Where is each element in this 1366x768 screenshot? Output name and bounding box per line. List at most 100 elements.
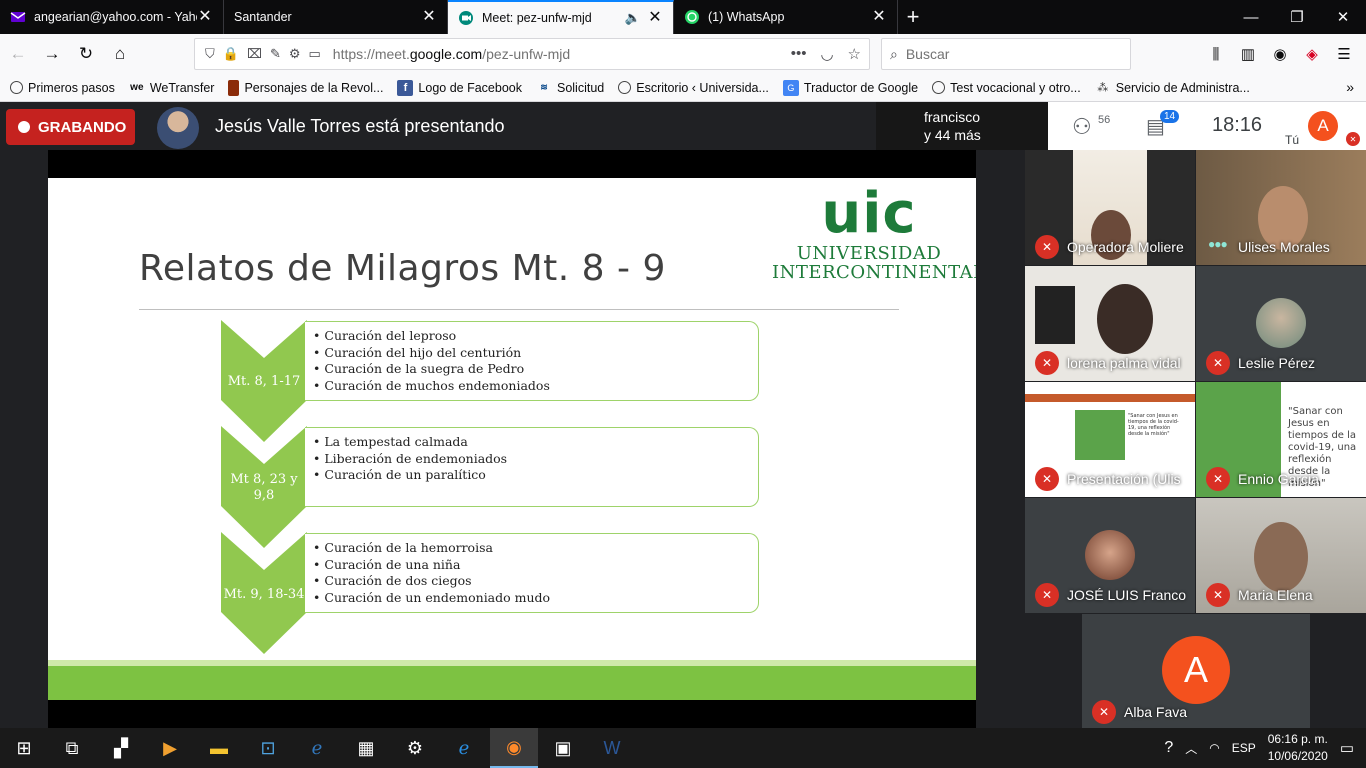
self-avatar[interactable]: A bbox=[1308, 111, 1338, 141]
participant-tile[interactable]: ●●● Ulises Morales bbox=[1196, 150, 1366, 265]
site-info-icons[interactable]: ⛉ 🔒 ⌧ ✎ ⚙ ▭ bbox=[195, 46, 321, 62]
tab-close-icon[interactable]: ✕ bbox=[647, 10, 663, 26]
tab-close-icon[interactable]: ✕ bbox=[197, 9, 213, 25]
bookmark-item[interactable]: Test vocacional y otro... bbox=[932, 81, 1081, 95]
list-item: La tempestad calmada bbox=[313, 434, 758, 451]
bookmark-item[interactable]: Personajes de la Revol... bbox=[228, 79, 383, 96]
camera-blocked-icon[interactable]: ⌧ bbox=[247, 46, 262, 62]
tab-close-icon[interactable]: ✕ bbox=[871, 9, 887, 25]
task-view-icon[interactable]: ⧉ bbox=[48, 728, 96, 768]
participant-tile[interactable]: ✕ JOSÉ LUIS Franco bbox=[1025, 498, 1195, 613]
chat-count-badge: 14 bbox=[1160, 110, 1180, 123]
back-button[interactable]: ← bbox=[2, 38, 34, 70]
speaker-muted-icon[interactable]: 🔈 bbox=[625, 10, 641, 26]
url-text[interactable]: https://meet.google.com/pez-unfw-mjd bbox=[333, 46, 570, 62]
settings-gear-icon[interactable]: ⚙ bbox=[391, 728, 439, 768]
self-label: Tú bbox=[1285, 133, 1300, 147]
recording-badge[interactable]: GRABANDO bbox=[6, 109, 135, 145]
participant-tile[interactable]: ✕ lorena palma vidal bbox=[1025, 266, 1195, 381]
page-actions-icon[interactable]: ••• bbox=[791, 45, 807, 63]
participant-tile[interactable]: "Sanar con Jesus en tiempos de la covid-… bbox=[1025, 382, 1195, 497]
wifi-icon[interactable]: ◠ bbox=[1209, 741, 1219, 755]
media-player-icon[interactable]: ▶ bbox=[146, 728, 194, 768]
internet-explorer-icon[interactable]: ℯ bbox=[293, 728, 341, 768]
bookmark-item[interactable]: Primeros pasos bbox=[10, 81, 115, 95]
toolbar-buttons: ⫼ ▥ ◉ ◈ ☰ bbox=[1200, 38, 1360, 70]
calculator-icon[interactable]: ▦ bbox=[342, 728, 390, 768]
reload-button[interactable]: ↻ bbox=[70, 38, 102, 70]
home-button[interactable]: ⌂ bbox=[104, 38, 136, 70]
bookmarks-overflow-icon[interactable]: » bbox=[1346, 79, 1354, 95]
participant-name: Leslie Pérez bbox=[1238, 355, 1316, 371]
pocket-icon[interactable]: ◡ bbox=[820, 45, 833, 63]
windows-start-icon[interactable]: ⊞ bbox=[0, 728, 48, 768]
other-participants-summary[interactable]: francisco y 44 más bbox=[876, 102, 1048, 150]
close-window-icon[interactable]: ✕ bbox=[1320, 0, 1366, 34]
extension-icon[interactable]: ◈ bbox=[1296, 38, 1328, 70]
participant-tile[interactable]: A ✕ Alba Fava bbox=[1082, 614, 1310, 730]
meet-header: GRABANDO Jesús Valle Torres está present… bbox=[0, 102, 1366, 150]
participant-tile[interactable]: ✕ Maria Elena bbox=[1196, 498, 1366, 613]
mic-off-icon: ✕ bbox=[1092, 700, 1116, 724]
uic-logo: uic UNIVERSIDAD INTERCONTINENTAL bbox=[772, 184, 976, 283]
firefox-icon[interactable]: ◉ bbox=[490, 728, 538, 768]
account-icon[interactable]: ◉ bbox=[1264, 38, 1296, 70]
tab-santander[interactable]: Santander ✕ bbox=[224, 0, 448, 34]
mic-blocked-icon[interactable]: ✎ bbox=[270, 46, 281, 62]
app-icon[interactable]: ▣ bbox=[539, 728, 587, 768]
bookmark-item[interactable]: f Logo de Facebook bbox=[397, 79, 522, 96]
menu-icon[interactable]: ☰ bbox=[1328, 38, 1360, 70]
app-icon[interactable]: ▞ bbox=[97, 728, 145, 768]
mic-off-icon: ✕ bbox=[1206, 583, 1230, 607]
taskbar-clock[interactable]: 06:16 p. m. 10/06/2020 bbox=[1268, 731, 1328, 765]
notification-icon[interactable]: ▭ bbox=[309, 46, 321, 62]
permissions-icon[interactable]: ⚙ bbox=[289, 46, 301, 62]
edge-icon[interactable]: ℯ bbox=[440, 728, 488, 768]
participant-tile[interactable]: "Sanar con Jesus en tiempos de la covid-… bbox=[1196, 382, 1366, 497]
file-explorer-icon[interactable]: ▬ bbox=[195, 728, 243, 768]
list-item: Curación de una niña bbox=[313, 557, 758, 574]
bookmark-item[interactable]: we WeTransfer bbox=[129, 80, 214, 96]
bookmark-item[interactable]: Escritorio ‹ Universida... bbox=[618, 81, 769, 95]
sidebar-icon[interactable]: ▥ bbox=[1232, 38, 1264, 70]
title-divider bbox=[139, 309, 899, 310]
people-count: 56 bbox=[1098, 114, 1111, 126]
tab-title: (1) WhatsApp bbox=[708, 10, 785, 24]
forward-button[interactable]: → bbox=[36, 38, 68, 70]
list-box-3: Curación de la hemorroisa Curación de un… bbox=[305, 533, 759, 613]
presentation-stage: Relatos de Milagros Mt. 8 - 9 uic UNIVER… bbox=[0, 150, 1025, 730]
logo-line1: UNIVERSIDAD bbox=[796, 243, 942, 264]
participant-tile[interactable]: ✕ Operadora Moliere bbox=[1025, 150, 1195, 265]
new-tab-button[interactable]: + bbox=[898, 0, 928, 34]
presentation-preview-text: "Sanar con Jesus en tiempos de la covid-… bbox=[1288, 406, 1357, 489]
list-item: Curación de la hemorroisa bbox=[313, 540, 758, 557]
tab-close-icon[interactable]: ✕ bbox=[421, 9, 437, 25]
restore-icon[interactable]: ❐ bbox=[1274, 0, 1320, 34]
url-bar[interactable]: ⛉ 🔒 ⌧ ✎ ⚙ ▭ https://meet.google.com/pez-… bbox=[194, 38, 870, 70]
imss-icon: ≋ bbox=[540, 82, 548, 92]
notifications-icon[interactable]: ▭ bbox=[1340, 739, 1354, 757]
word-icon[interactable]: W bbox=[588, 728, 636, 768]
shield-icon[interactable]: ⛉ bbox=[205, 46, 215, 62]
tab-yahoo-mail[interactable]: angearian@yahoo.com - Yahoo ✕ bbox=[0, 0, 224, 34]
ppt-slide-text: "Sanar con Jesus en tiempos de la covid-… bbox=[1128, 413, 1179, 437]
meet-controls: ⚇ 56 ▤ 14 18:16 Tú A ✕ bbox=[1048, 102, 1366, 150]
tab-whatsapp[interactable]: (1) WhatsApp ✕ bbox=[674, 0, 898, 34]
people-icon[interactable]: ⚇ bbox=[1072, 114, 1092, 140]
library-icon[interactable]: ⫼ bbox=[1200, 38, 1232, 70]
volume-off-icon: ✕ bbox=[1035, 467, 1059, 491]
language-indicator[interactable]: ESP bbox=[1232, 741, 1256, 755]
bookmark-item[interactable]: ≋ Solicitud bbox=[536, 80, 604, 96]
bookmark-item[interactable]: G Traductor de Google bbox=[782, 79, 918, 96]
list-item: Curación de muchos endemoniados bbox=[313, 378, 758, 395]
search-input[interactable]: ⌕ Buscar bbox=[881, 38, 1131, 70]
tab-meet[interactable]: Meet: pez-unfw-mjd 🔈 ✕ bbox=[448, 0, 674, 34]
participant-tile[interactable]: ✕ Leslie Pérez bbox=[1196, 266, 1366, 381]
store-icon[interactable]: ⊡ bbox=[244, 728, 292, 768]
lock-icon[interactable]: 🔒 bbox=[223, 46, 239, 62]
bookmark-item[interactable]: ⁂ Servicio de Administra... bbox=[1095, 80, 1250, 96]
minimize-icon[interactable]: — bbox=[1228, 0, 1274, 34]
help-icon[interactable]: ? bbox=[1164, 739, 1173, 757]
bookmark-star-icon[interactable]: ☆ bbox=[848, 45, 861, 63]
tray-chevron-icon[interactable]: ︿ bbox=[1185, 740, 1197, 757]
